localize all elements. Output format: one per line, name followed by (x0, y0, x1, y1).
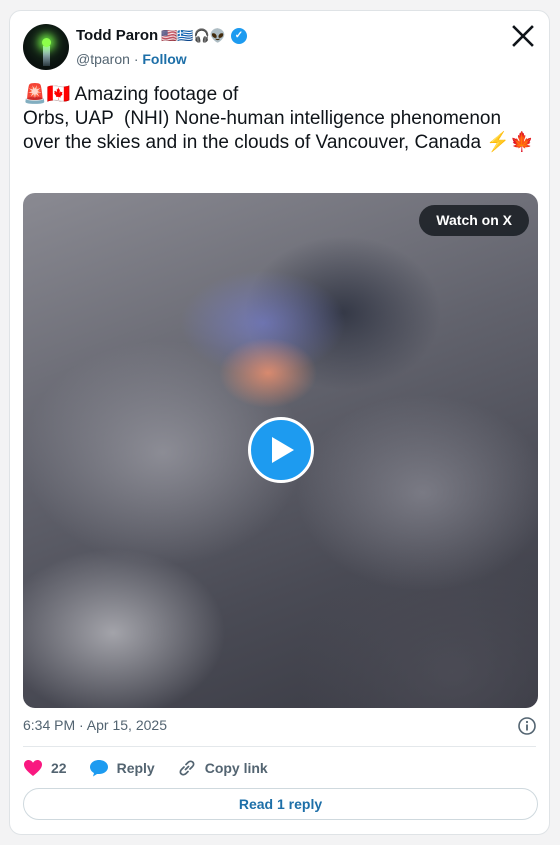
video-thumbnail[interactable]: Watch on X (23, 193, 538, 708)
tweet-text: 🚨🇨🇦 Amazing footage of Orbs, UAP (NHI) N… (23, 84, 534, 153)
verified-badge-icon: ✓ (230, 27, 247, 44)
avatar[interactable] (23, 24, 69, 70)
watch-on-x-button[interactable]: Watch on X (419, 205, 529, 236)
author-handle-row: @tparon · Follow (76, 51, 187, 67)
info-icon[interactable] (517, 716, 537, 736)
action-bar: 22 Reply Copy link (23, 756, 290, 780)
copy-link-button[interactable]: Copy link (177, 758, 268, 778)
play-button[interactable] (248, 417, 314, 483)
author-name-row: Todd Paron 🇺🇸🇬🇷🎧👽 ✓ (76, 27, 247, 44)
tweet-timestamp[interactable]: 6:34 PM · Apr 15, 2025 (23, 717, 167, 733)
x-logo-icon[interactable] (511, 24, 535, 48)
follow-link[interactable]: Follow (142, 51, 186, 67)
copy-link-label: Copy link (204, 760, 268, 776)
reply-button[interactable]: Reply (89, 759, 155, 777)
like-count: 22 (51, 760, 67, 776)
author-name-emojis: 🇺🇸🇬🇷🎧👽 (161, 27, 226, 43)
reply-label: Reply (116, 760, 155, 776)
play-icon (272, 437, 294, 463)
reply-bubble-icon (89, 760, 108, 777)
author-handle[interactable]: @tparon (76, 51, 130, 67)
separator: · (133, 51, 139, 67)
embedded-tweet-card: Todd Paron 🇺🇸🇬🇷🎧👽 ✓ @tparon · Follow 🚨🇨🇦… (9, 10, 550, 835)
divider (23, 746, 536, 747)
author-name[interactable]: Todd Paron (76, 27, 158, 44)
heart-icon (24, 760, 42, 776)
like-button[interactable]: 22 (23, 759, 67, 777)
link-icon (179, 760, 195, 776)
read-reply-button[interactable]: Read 1 reply (23, 788, 538, 820)
